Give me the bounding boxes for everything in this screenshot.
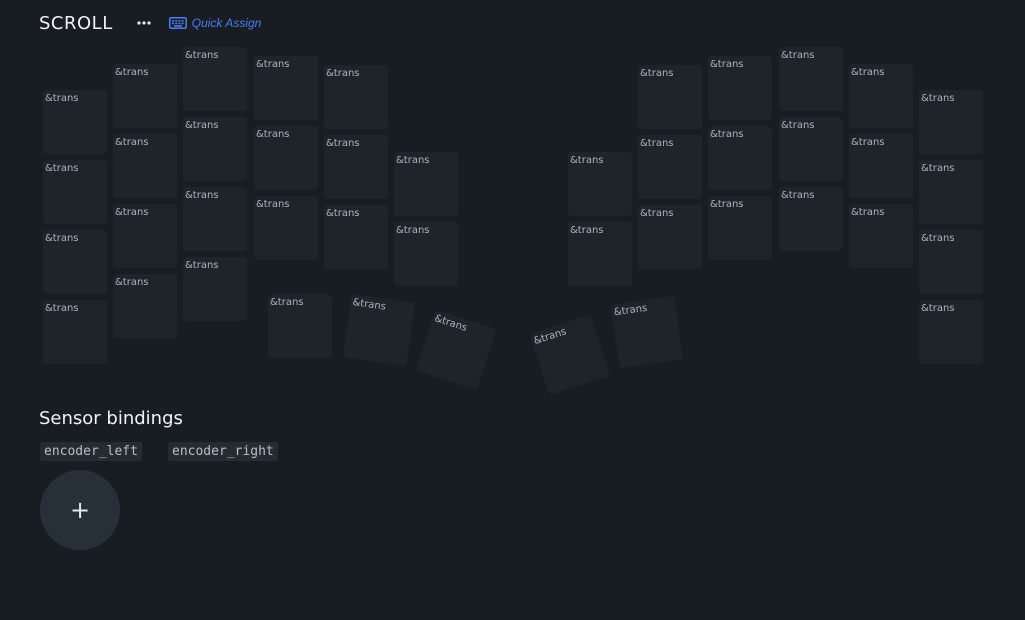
key-binding-label: &trans (115, 277, 149, 288)
key[interactable]: &trans (779, 117, 843, 181)
key-binding-label: &trans (921, 93, 955, 104)
key-binding-label: &trans (115, 207, 149, 218)
key[interactable]: &trans (43, 230, 107, 294)
key-binding-label: &trans (326, 138, 360, 149)
key[interactable]: &trans (43, 160, 107, 224)
key-binding-label: &trans (256, 129, 290, 140)
key-binding-label: &trans (640, 68, 674, 79)
key-binding-label: &trans (921, 303, 955, 314)
key-binding-label: &trans (781, 120, 815, 131)
key[interactable]: &trans (849, 134, 913, 198)
key-binding-label: &trans (570, 225, 604, 236)
key[interactable]: &trans (254, 126, 318, 190)
key[interactable]: &trans (919, 90, 983, 154)
key-binding-label: &trans (851, 207, 885, 218)
key-binding-label: &trans (570, 155, 604, 166)
key[interactable]: &trans (324, 205, 388, 269)
plus-icon: + (69, 496, 91, 524)
key-binding-label: &trans (256, 59, 290, 70)
key-binding-label: &trans (433, 313, 469, 334)
key-binding-label: &trans (613, 302, 648, 319)
key-binding-label: &trans (326, 68, 360, 79)
key[interactable]: &trans (919, 300, 983, 364)
key[interactable]: &trans (394, 152, 458, 216)
key-binding-label: &trans (270, 297, 304, 308)
key-binding-label: &trans (185, 260, 219, 271)
key-binding-label: &trans (115, 67, 149, 78)
key-binding-label: &trans (45, 93, 79, 104)
encoder-left-chip[interactable]: encoder_left (40, 442, 142, 461)
key[interactable]: &trans (415, 309, 497, 391)
key-binding-label: &trans (710, 199, 744, 210)
key-binding-label: &trans (45, 303, 79, 314)
key[interactable]: &trans (113, 204, 177, 268)
key[interactable]: &trans (708, 196, 772, 260)
key-binding-label: &trans (396, 225, 430, 236)
key-binding-label: &trans (532, 326, 568, 348)
key-binding-label: &trans (185, 120, 219, 131)
key-binding-label: &trans (45, 233, 79, 244)
keymap-editor: SCROLL Quick Assign &trans &trans &trans… (0, 0, 1025, 620)
key[interactable]: &trans (779, 187, 843, 251)
key-binding-label: &trans (115, 137, 149, 148)
key[interactable]: &trans (529, 314, 611, 396)
key-binding-label: &trans (781, 50, 815, 61)
key[interactable]: &trans (638, 205, 702, 269)
keyboard-layout: &trans &trans &trans &trans &trans &trans &tra… (0, 0, 1025, 400)
key[interactable]: &trans (324, 65, 388, 129)
key-binding-label: &trans (710, 129, 744, 140)
key[interactable]: &trans (779, 47, 843, 111)
key[interactable]: &trans (183, 47, 247, 111)
key-binding-label: &trans (921, 163, 955, 174)
key[interactable]: &trans (183, 257, 247, 321)
key[interactable]: &trans (113, 64, 177, 128)
key[interactable]: &trans (568, 152, 632, 216)
add-sensor-binding-button[interactable]: + (40, 470, 120, 550)
key-binding-label: &trans (851, 137, 885, 148)
key[interactable]: &trans (254, 56, 318, 120)
key[interactable]: &trans (43, 300, 107, 364)
key[interactable]: &trans (113, 134, 177, 198)
key-binding-label: &trans (640, 208, 674, 219)
key[interactable]: &trans (610, 295, 684, 369)
key[interactable]: &trans (324, 135, 388, 199)
key[interactable]: &trans (849, 64, 913, 128)
key[interactable]: &trans (568, 222, 632, 286)
key-binding-label: &trans (640, 138, 674, 149)
key[interactable]: &trans (919, 230, 983, 294)
key[interactable]: &trans (268, 294, 332, 358)
key[interactable]: &trans (183, 117, 247, 181)
key-binding-label: &trans (781, 190, 815, 201)
key-binding-label: &trans (185, 190, 219, 201)
sensor-bindings-title: Sensor bindings (39, 408, 183, 429)
key[interactable]: &trans (708, 56, 772, 120)
key-binding-label: &trans (851, 67, 885, 78)
encoder-right-chip[interactable]: encoder_right (168, 442, 278, 461)
key[interactable]: &trans (183, 187, 247, 251)
key[interactable]: &trans (342, 293, 416, 367)
key-binding-label: &trans (45, 163, 79, 174)
key-binding-label: &trans (256, 199, 290, 210)
key-binding-label: &trans (921, 233, 955, 244)
key[interactable]: &trans (708, 126, 772, 190)
key-binding-label: &trans (326, 208, 360, 219)
key[interactable]: &trans (113, 274, 177, 338)
key-binding-label: &trans (351, 297, 387, 313)
key[interactable]: &trans (849, 204, 913, 268)
key[interactable]: &trans (254, 196, 318, 260)
key-binding-label: &trans (710, 59, 744, 70)
key-binding-label: &trans (185, 50, 219, 61)
key[interactable]: &trans (638, 65, 702, 129)
key[interactable]: &trans (43, 90, 107, 154)
key-binding-label: &trans (396, 155, 430, 166)
key[interactable]: &trans (394, 222, 458, 286)
key[interactable]: &trans (638, 135, 702, 199)
key[interactable]: &trans (919, 160, 983, 224)
